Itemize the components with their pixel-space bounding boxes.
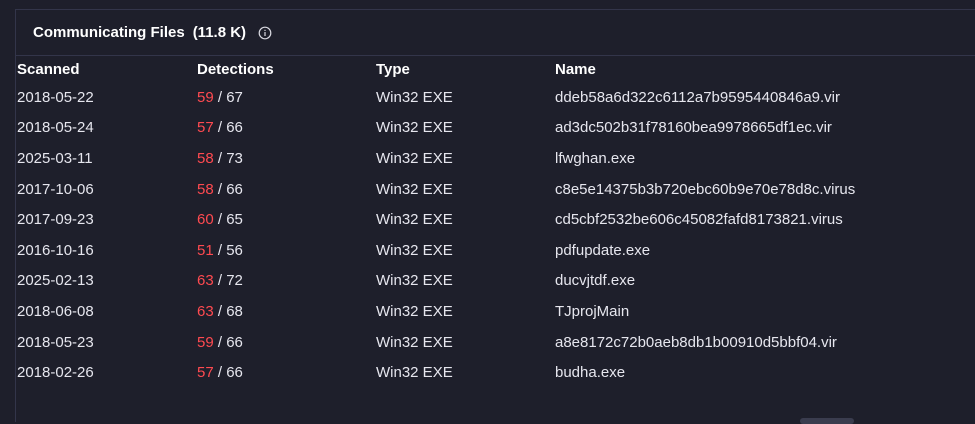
file-type: Win32 EXE — [376, 211, 453, 229]
detections-total: / 67 — [217, 88, 243, 106]
file-type: Win32 EXE — [376, 241, 453, 259]
table-row[interactable]: 2018-02-26 57 / 66 Win32 EXE budha.exe — [17, 357, 975, 388]
file-type: Win32 EXE — [376, 180, 453, 198]
file-name-link[interactable]: a8e8172c72b0aeb8db1b00910d5bbf04.vir — [555, 327, 975, 358]
table-row[interactable]: 2025-02-13 63 / 72 Win32 EXE ducvjtdf.exe — [17, 266, 975, 297]
file-type: Win32 EXE — [376, 149, 453, 167]
detections-positive: 60 — [197, 211, 214, 229]
detections-positive: 59 — [197, 88, 214, 106]
detections-cell: 60 / 65 — [197, 204, 376, 235]
column-header-detections[interactable]: Detections — [197, 56, 376, 82]
scanned-date: 2025-03-11 — [17, 149, 93, 167]
file-count: (11.8 K) — [192, 24, 247, 41]
scanned-date: 2018-05-23 — [17, 333, 94, 351]
detections-cell: 57 / 66 — [197, 113, 376, 144]
detections-total: / 66 — [217, 333, 243, 351]
file-name-link[interactable]: budha.exe — [555, 357, 975, 388]
file-type: Win32 EXE — [376, 88, 453, 106]
detections-cell: 58 / 73 — [197, 143, 376, 174]
file-name-link[interactable]: pdfupdate.exe — [555, 235, 975, 266]
scanned-date: 2018-02-26 — [17, 364, 94, 382]
detections-cell: 58 / 66 — [197, 174, 376, 205]
detections-cell: 51 / 56 — [197, 235, 376, 266]
scanned-date: 2018-06-08 — [17, 302, 94, 320]
column-header-name[interactable]: Name — [555, 56, 975, 82]
detections-cell: 59 / 66 — [197, 327, 376, 358]
panel-header: Communicating Files (11.8 K) — [16, 10, 975, 56]
detections-total: / 66 — [217, 119, 243, 137]
file-name-link[interactable]: lfwghan.exe — [555, 143, 975, 174]
file-name-link[interactable]: c8e5e14375b3b720ebc60b9e70e78d8c.virus — [555, 174, 975, 205]
table-row[interactable]: 2018-05-24 57 / 66 Win32 EXE ad3dc502b31f78… — [17, 113, 975, 144]
detections-total: / 72 — [217, 272, 243, 290]
detections-total: / 65 — [217, 211, 243, 229]
panel-title: Communicating Files — [33, 24, 185, 41]
table-row[interactable]: 2017-10-06 58 / 66 Win32 EXE c8e5e14375b3b7… — [17, 174, 975, 205]
detections-total: / 73 — [217, 149, 243, 167]
detections-total: / 66 — [217, 364, 243, 382]
scrollbar-thumb[interactable] — [800, 418, 854, 424]
scanned-date: 2018-05-24 — [17, 119, 94, 137]
table-row[interactable]: 2017-09-23 60 / 65 Win32 EXE cd5cbf2532be60… — [17, 204, 975, 235]
file-name-link[interactable]: ddeb58a6d322c6112a7b9595440846a9.vir — [555, 82, 975, 113]
detections-total: / 66 — [217, 180, 243, 198]
detections-positive: 63 — [197, 302, 214, 320]
table-header-row: Scanned Detections Type Name — [17, 56, 975, 82]
scanned-date: 2018-05-22 — [17, 88, 94, 106]
scanned-date: 2017-09-23 — [17, 211, 94, 229]
table-row[interactable]: 2018-05-23 59 / 66 Win32 EXE a8e8172c72b0ae… — [17, 327, 975, 358]
file-name-link[interactable]: ducvjtdf.exe — [555, 266, 975, 297]
detections-positive: 51 — [197, 241, 214, 259]
table-row[interactable]: 2018-06-08 63 / 68 Win32 EXE TJprojMain — [17, 296, 975, 327]
file-name-link[interactable]: TJprojMain — [555, 296, 975, 327]
detections-total: / 56 — [217, 241, 243, 259]
detections-positive: 59 — [197, 333, 214, 351]
detections-positive: 58 — [197, 149, 214, 167]
column-header-scanned[interactable]: Scanned — [17, 56, 197, 82]
detections-positive: 57 — [197, 119, 214, 137]
detections-cell: 63 / 72 — [197, 266, 376, 297]
detections-cell: 59 / 67 — [197, 82, 376, 113]
detections-positive: 57 — [197, 364, 214, 382]
detections-positive: 58 — [197, 180, 214, 198]
table-row[interactable]: 2016-10-16 51 / 56 Win32 EXE pdfupdate.exe — [17, 235, 975, 266]
communicating-files-table: Scanned Detections Type Name 2018-05-22 5… — [17, 56, 975, 388]
scanned-date: 2025-02-13 — [17, 272, 94, 290]
file-name-link[interactable]: cd5cbf2532be606c45082fafd8173821.virus — [555, 204, 975, 235]
detections-cell: 57 / 66 — [197, 357, 376, 388]
scanned-date: 2017-10-06 — [17, 180, 94, 198]
column-header-type[interactable]: Type — [376, 56, 555, 82]
table-row[interactable]: 2025-03-11 58 / 73 Win32 EXE lfwghan.exe — [17, 143, 975, 174]
detections-total: / 68 — [217, 302, 243, 320]
file-name-link[interactable]: ad3dc502b31f78160bea9978665df1ec.vir — [555, 113, 975, 144]
file-type: Win32 EXE — [376, 119, 453, 137]
file-type: Win32 EXE — [376, 302, 453, 320]
info-circle-icon[interactable] — [258, 26, 272, 40]
detections-positive: 63 — [197, 272, 214, 290]
detections-cell: 63 / 68 — [197, 296, 376, 327]
file-type: Win32 EXE — [376, 333, 453, 351]
file-type: Win32 EXE — [376, 272, 453, 290]
file-type: Win32 EXE — [376, 364, 453, 382]
scanned-date: 2016-10-16 — [17, 241, 94, 259]
table-row[interactable]: 2018-05-22 59 / 67 Win32 EXE ddeb58a6d322c6… — [17, 82, 975, 113]
